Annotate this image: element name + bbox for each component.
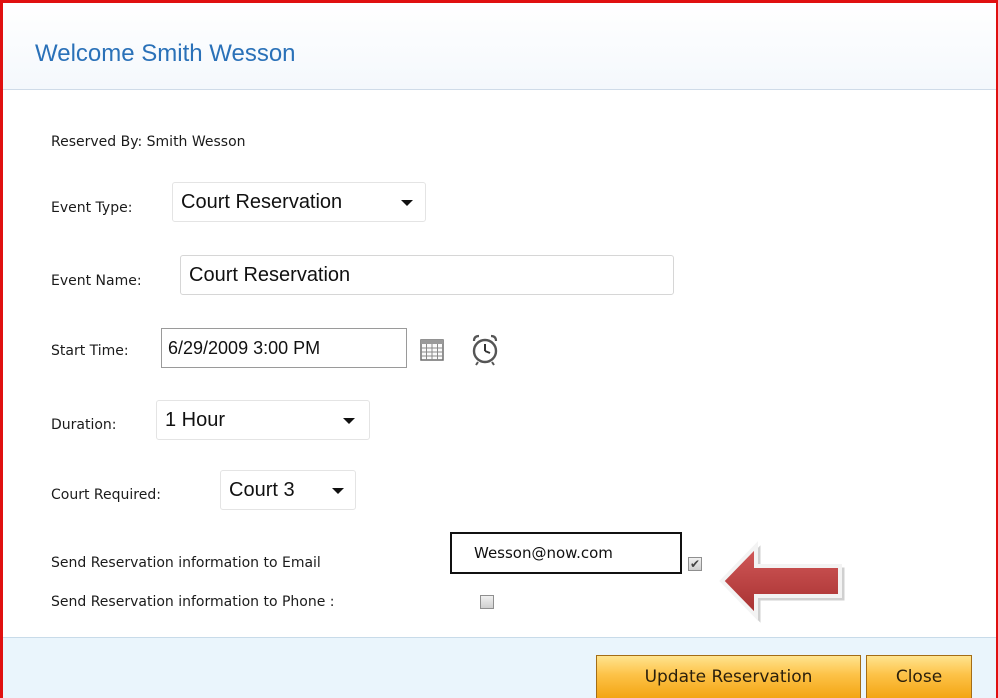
reserved-by-text: Reserved By: Smith Wesson [51, 134, 246, 150]
event-name-label: Event Name: [51, 273, 142, 289]
chevron-down-icon [332, 488, 344, 494]
send-phone-label: Send Reservation information to Phone : [51, 594, 335, 610]
close-button[interactable]: Close [866, 655, 972, 698]
email-input[interactable]: Wesson@now.com [450, 532, 682, 574]
event-name-input[interactable]: Court Reservation [180, 255, 674, 295]
send-email-label: Send Reservation information to Email [51, 555, 321, 571]
update-reservation-button[interactable]: Update Reservation [596, 655, 861, 698]
event-type-label: Event Type: [51, 200, 133, 216]
left-arrow-annotation [719, 541, 845, 623]
event-name-value: Court Reservation [189, 264, 351, 286]
email-checkbox[interactable]: ✔ [688, 557, 702, 571]
duration-value: 1 Hour [165, 409, 226, 431]
court-required-label: Court Required: [51, 487, 161, 503]
dialog-header: Welcome Smith Wesson [3, 3, 996, 90]
event-type-select[interactable]: Court Reservation [172, 182, 426, 222]
dialog-title: Welcome Smith Wesson [35, 40, 296, 67]
event-type-value: Court Reservation [181, 191, 343, 213]
start-time-value: 6/29/2009 3:00 PM [168, 338, 321, 358]
start-time-input[interactable]: 6/29/2009 3:00 PM [161, 328, 407, 368]
court-select[interactable]: Court 3 [220, 470, 356, 510]
start-time-label: Start Time: [51, 343, 129, 359]
chevron-down-icon [343, 418, 355, 424]
checkmark-icon: ✔ [689, 557, 701, 571]
duration-select[interactable]: 1 Hour [156, 400, 370, 440]
alarm-clock-icon[interactable] [470, 334, 500, 366]
court-value: Court 3 [229, 479, 295, 501]
chevron-down-icon [401, 200, 413, 206]
calendar-icon[interactable] [420, 339, 444, 361]
duration-label: Duration: [51, 417, 117, 433]
phone-checkbox[interactable] [480, 595, 494, 609]
